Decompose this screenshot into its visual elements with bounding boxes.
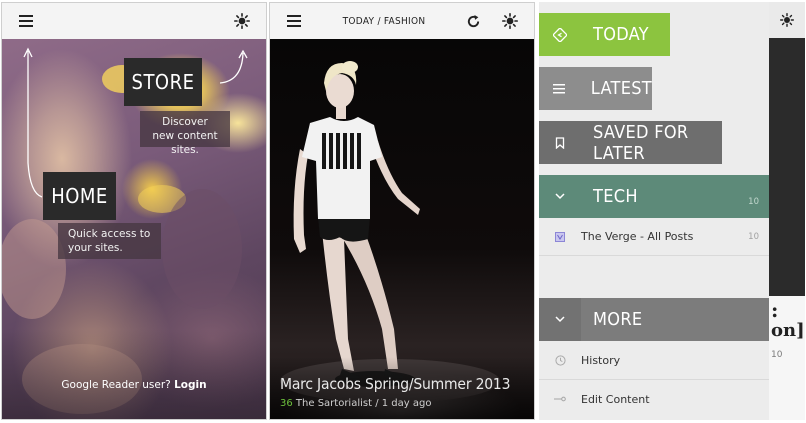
sun-icon[interactable] — [230, 9, 254, 33]
nav-item-more[interactable]: MORE — [539, 298, 769, 341]
today-icon — [539, 13, 581, 56]
article-source[interactable]: The Sartorialist — [296, 398, 372, 409]
top-bar — [2, 3, 266, 39]
article-count: 36 — [280, 398, 293, 409]
top-bar: TODAY / FASHION — [270, 3, 534, 39]
chevron-down-icon — [539, 298, 581, 341]
nav-label-latest: LATEST — [578, 67, 652, 110]
nav-item-tech[interactable]: TECH 10 — [539, 175, 769, 218]
menu-label-history: History — [581, 354, 621, 367]
article-time: / 1 day ago — [372, 398, 432, 409]
list-icon — [539, 67, 579, 110]
menu-label-edit-content: Edit Content — [581, 392, 650, 406]
menu-icon[interactable] — [14, 9, 38, 33]
peek-image — [769, 38, 805, 296]
login-link[interactable]: Login — [174, 379, 207, 391]
onboarding-screen: STORE Discover new content sites. HOME Q… — [1, 2, 267, 420]
peek-meta: 10 — [771, 350, 783, 360]
nav-item-today[interactable]: TODAY — [539, 13, 670, 56]
store-callout-description: Discover new content sites. — [140, 111, 230, 156]
nav-label-tech: TECH — [581, 175, 769, 218]
nav-item-saved-for-later[interactable]: SAVED FOR LATER — [539, 121, 722, 164]
store-callout-title[interactable]: STORE — [124, 58, 202, 106]
peek-text-line1: : — [771, 298, 779, 322]
nav-label-more: MORE — [581, 298, 769, 341]
bookmark-icon — [539, 121, 581, 164]
login-prompt: Google Reader user? Login — [2, 379, 266, 391]
home-callout-title[interactable]: HOME — [43, 172, 116, 220]
navigation-drawer-screen: TODAY LATEST SAVED FOR LATER TECH 10 The… — [539, 2, 805, 420]
feed-item-the-verge[interactable]: The Verge - All Posts 10 — [539, 218, 769, 256]
article-headline[interactable]: Marc Jacobs Spring/Summer 2013 — [280, 375, 510, 393]
nav-label-today: TODAY — [581, 13, 670, 56]
feed-label: The Verge - All Posts — [581, 230, 694, 243]
tech-unread-count: 10 — [748, 197, 759, 207]
section-title: TODAY / FASHION — [342, 15, 426, 27]
menu-icon[interactable] — [282, 9, 306, 33]
peek-text-line2: on] — [771, 320, 805, 341]
peek-top-bar — [769, 2, 805, 38]
nav-label-saved: SAVED FOR LATER — [581, 121, 722, 164]
article-caption[interactable]: Marc Jacobs Spring/Summer 2013 36 The Sa… — [270, 357, 534, 419]
menu-item-edit-content[interactable]: Edit Content — [539, 380, 769, 418]
article-screen: TODAY / FASHION Marc Jacobs Spring/Summe… — [269, 2, 535, 420]
app-screens: STORE Discover new content sites. HOME Q… — [0, 0, 806, 423]
article-meta: 36 The Sartorialist / 1 day ago — [280, 398, 431, 409]
menu-item-history[interactable]: History — [539, 342, 769, 380]
edit-icon — [539, 396, 581, 402]
peek-text-area: : on] 10 — [769, 296, 805, 420]
chevron-down-icon — [539, 175, 581, 218]
bottom-fade — [2, 329, 266, 419]
login-prompt-text: Google Reader user? — [61, 379, 171, 391]
nav-item-latest[interactable]: LATEST — [539, 67, 652, 110]
content-peek[interactable]: : on] 10 — [769, 2, 805, 420]
feed-favicon-icon — [539, 231, 581, 242]
clock-icon — [539, 355, 581, 366]
sun-icon[interactable] — [498, 9, 522, 33]
home-callout-description: Quick access to your sites. — [58, 223, 161, 259]
navigation-drawer: TODAY LATEST SAVED FOR LATER TECH 10 The… — [539, 2, 769, 420]
feed-unread-count: 10 — [748, 231, 759, 242]
refresh-icon[interactable] — [462, 9, 486, 33]
sun-icon[interactable] — [775, 8, 799, 32]
